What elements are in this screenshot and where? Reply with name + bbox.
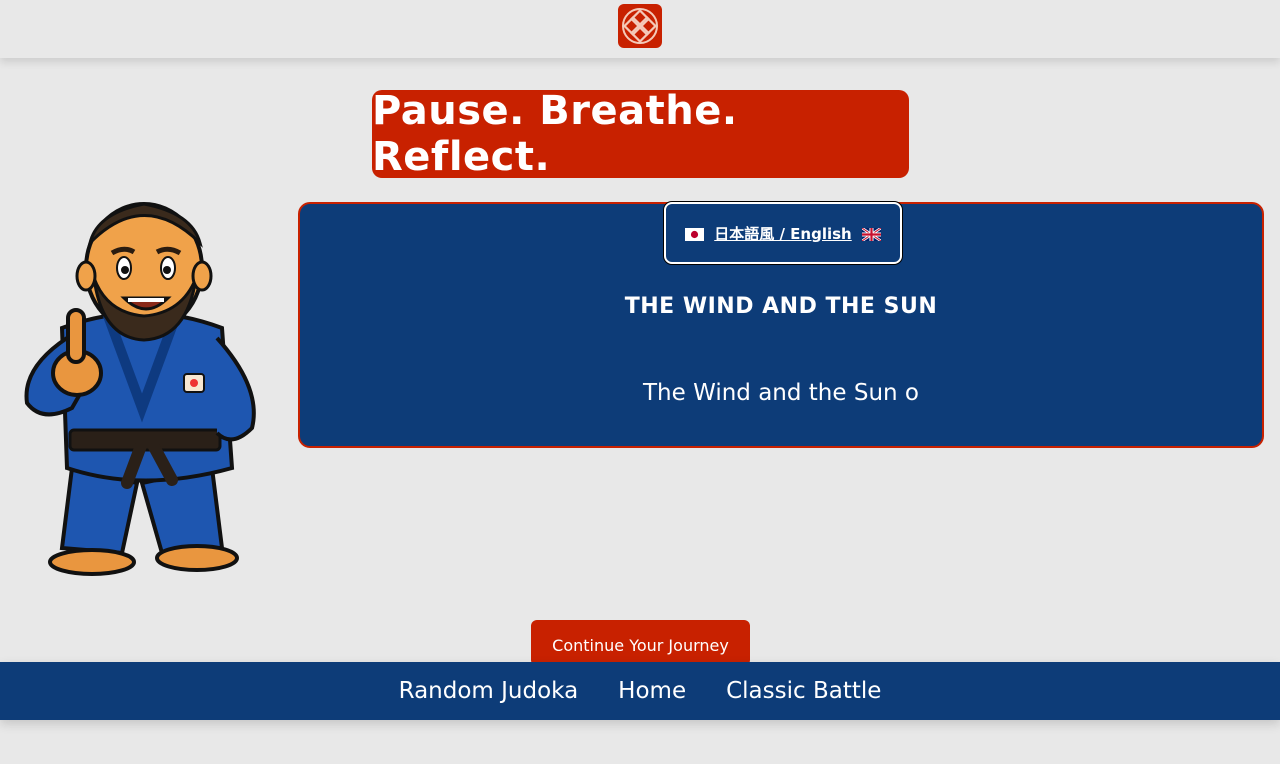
language-toggle-button[interactable]: 日本語風 / English xyxy=(664,202,902,264)
nav-item-random-judoka[interactable]: Random Judoka xyxy=(399,678,579,704)
nav-item-home[interactable]: Home xyxy=(618,678,686,704)
story-card: 日本語風 / English THE WIND AND THE SUN The … xyxy=(298,202,1264,448)
knot-logo-icon[interactable] xyxy=(618,4,662,48)
banner-title: Pause. Breathe. Reflect. xyxy=(372,88,738,180)
story-title: THE WIND AND THE SUN xyxy=(624,294,938,319)
japan-flag-icon xyxy=(685,227,705,241)
bottom-navigation: Random Judoka Home Classic Battle xyxy=(0,662,1280,720)
top-bar xyxy=(0,0,1280,58)
judoka-mascot-icon xyxy=(12,198,272,578)
uk-flag-icon xyxy=(861,226,882,242)
language-toggle-label: 日本語風 / English xyxy=(714,224,852,243)
nav-item-classic-battle[interactable]: Classic Battle xyxy=(726,678,881,704)
continue-journey-button[interactable]: Continue Your Journey xyxy=(531,620,750,666)
story-text: The Wind and the Sun o xyxy=(643,380,919,406)
reflect-banner: Pause. Breathe. Reflect. xyxy=(372,88,909,180)
